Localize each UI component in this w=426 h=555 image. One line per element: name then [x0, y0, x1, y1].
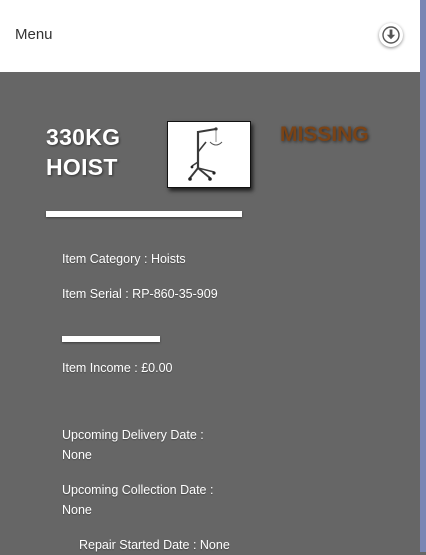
upcoming-delivery: Upcoming Delivery Date : None	[62, 425, 204, 465]
item-income-label: Item Income :	[62, 361, 142, 375]
item-title-line2: HOIST	[46, 154, 118, 180]
repair-started: Repair Started Date : None	[79, 535, 230, 555]
status-badge: MISSING	[280, 123, 369, 146]
upcoming-collection: Upcoming Collection Date : None	[62, 480, 213, 520]
item-category-value: Hoists	[150, 252, 186, 266]
upcoming-delivery-label: Upcoming Delivery Date :	[62, 428, 204, 442]
menu-button[interactable]: Menu	[15, 26, 53, 43]
upcoming-collection-value: None	[62, 503, 92, 517]
download-icon	[382, 26, 400, 44]
upcoming-delivery-value: None	[62, 448, 92, 462]
download-button[interactable]	[379, 23, 403, 47]
item-serial-label: Item Serial :	[62, 287, 133, 301]
item-serial: Item Serial : RP-860-35-909	[62, 284, 218, 304]
repair-started-label: Repair Started Date :	[79, 538, 200, 552]
item-title: 330KG HOIST	[46, 122, 120, 182]
top-bar: Menu	[0, 0, 420, 72]
hoist-icon	[188, 127, 223, 181]
upcoming-collection-label: Upcoming Collection Date :	[62, 483, 214, 497]
divider-bar-short	[62, 336, 160, 342]
repair-started-value: None	[199, 538, 230, 552]
item-serial-value: RP-860-35-909	[132, 287, 218, 301]
item-title-line1: 330KG	[46, 124, 121, 150]
item-category-label: Item Category :	[62, 252, 151, 266]
item-image	[167, 121, 251, 188]
item-income: Item Income : £0.00	[62, 358, 172, 378]
item-income-value: £0.00	[141, 361, 173, 375]
right-edge-strip	[420, 0, 426, 552]
divider-bar	[46, 211, 242, 217]
item-category: Item Category : Hoists	[62, 249, 186, 269]
